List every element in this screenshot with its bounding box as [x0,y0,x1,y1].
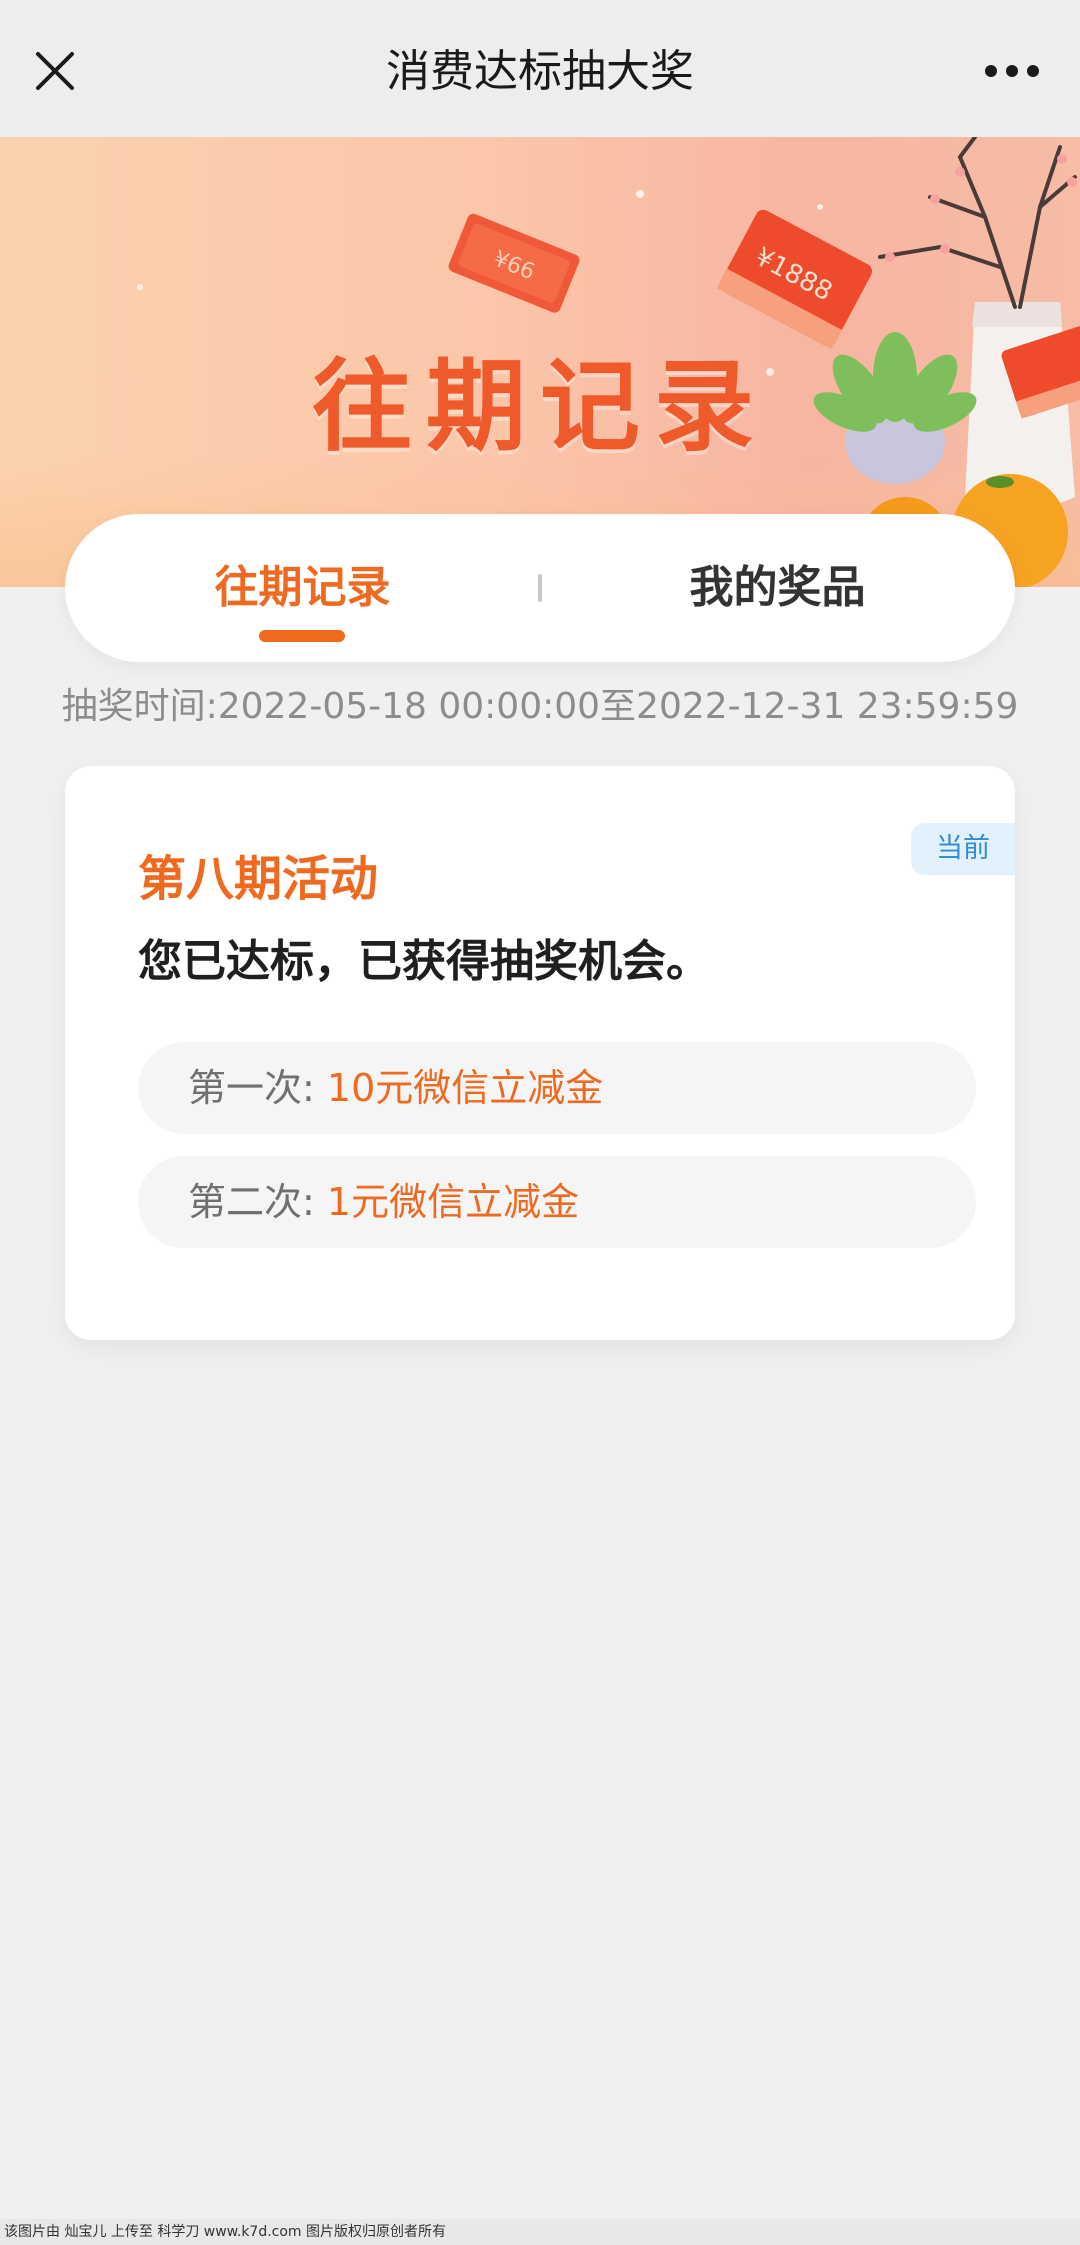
tab-bar: 往期记录 我的奖品 [65,514,1015,662]
navbar: 消费达标抽大奖 [0,0,1080,137]
tab-active-indicator [259,630,345,642]
activity-card: 当前 第八期活动 您已达标，已获得抽奖机会。 第一次: 10元微信立减金 第二次… [65,766,1015,1340]
ticket-icon: ¥66 [448,213,580,313]
prize-row: 第一次: 10元微信立减金 [138,1042,976,1134]
prize-label: 第二次: [188,1180,315,1224]
prize-row: 第二次: 1元微信立减金 [138,1156,976,1248]
more-dots-icon[interactable] [984,56,1040,86]
current-badge: 当前 [911,823,1015,875]
banner-title: 往期记录 [312,348,768,465]
page-title: 消费达标抽大奖 [386,46,694,97]
watermark-note: 该图片由 灿宝儿 上传至 科学刀 www.k7d.com 图片版权归原创者所有 [0,2219,1080,2245]
page: 消费达标抽大奖 ¥66 ¥1888 往期记录 往期记录 我的奖品 抽奖时间:20… [0,0,1080,2245]
prize-label: 第一次: [188,1066,315,1110]
ticket-icon: ¥1888 [716,209,872,350]
prize-value: 1元微信立减金 [326,1180,580,1224]
tab-my-prizes[interactable]: 我的奖品 [540,514,1015,662]
activity-status: 您已达标，已获得抽奖机会。 [138,936,710,987]
prize-value: 10元微信立减金 [326,1066,604,1110]
draw-time-range: 抽奖时间:2022-05-18 00:00:00至2022-12-31 23:5… [61,686,1019,727]
activity-title: 第八期活动 [138,851,379,907]
